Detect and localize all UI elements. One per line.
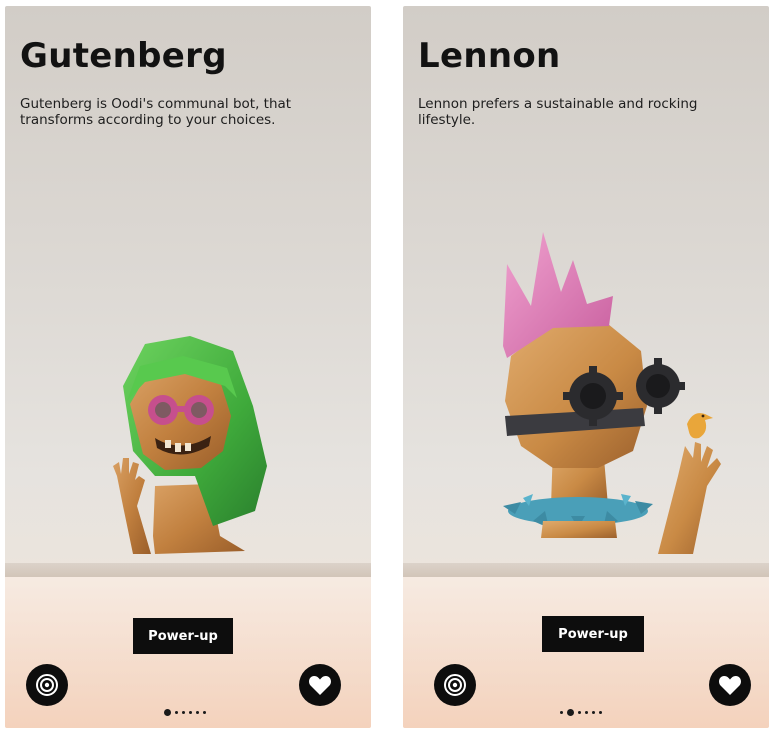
power-up-button[interactable]: Power-up (133, 618, 233, 654)
heart-icon (719, 676, 741, 695)
favorite-button[interactable] (709, 664, 751, 706)
page-dot[interactable] (599, 711, 602, 714)
page-indicator (5, 709, 371, 716)
page-dot[interactable] (182, 711, 185, 714)
page-dot[interactable] (164, 709, 171, 716)
settings-button[interactable] (26, 664, 68, 706)
settings-button[interactable] (434, 664, 476, 706)
page-dot[interactable] (175, 711, 178, 714)
heart-icon (309, 676, 331, 695)
gutenberg-screen: Gutenberg Gutenberg is Oodi's communal b… (5, 6, 371, 728)
page-indicator (403, 709, 769, 716)
settings-icon (444, 674, 466, 696)
page-dot[interactable] (203, 711, 206, 714)
page-dot[interactable] (592, 711, 595, 714)
page-dot[interactable] (567, 709, 574, 716)
page-dot[interactable] (578, 711, 581, 714)
favorite-button[interactable] (299, 664, 341, 706)
lennon-screen: Lennon Lennon prefers a sustainable and … (403, 6, 769, 728)
page-dot[interactable] (189, 711, 192, 714)
page-dot[interactable] (560, 711, 563, 714)
page-dot[interactable] (196, 711, 199, 714)
settings-icon (36, 674, 58, 696)
page-dot[interactable] (585, 711, 588, 714)
power-up-button[interactable]: Power-up (542, 616, 644, 652)
